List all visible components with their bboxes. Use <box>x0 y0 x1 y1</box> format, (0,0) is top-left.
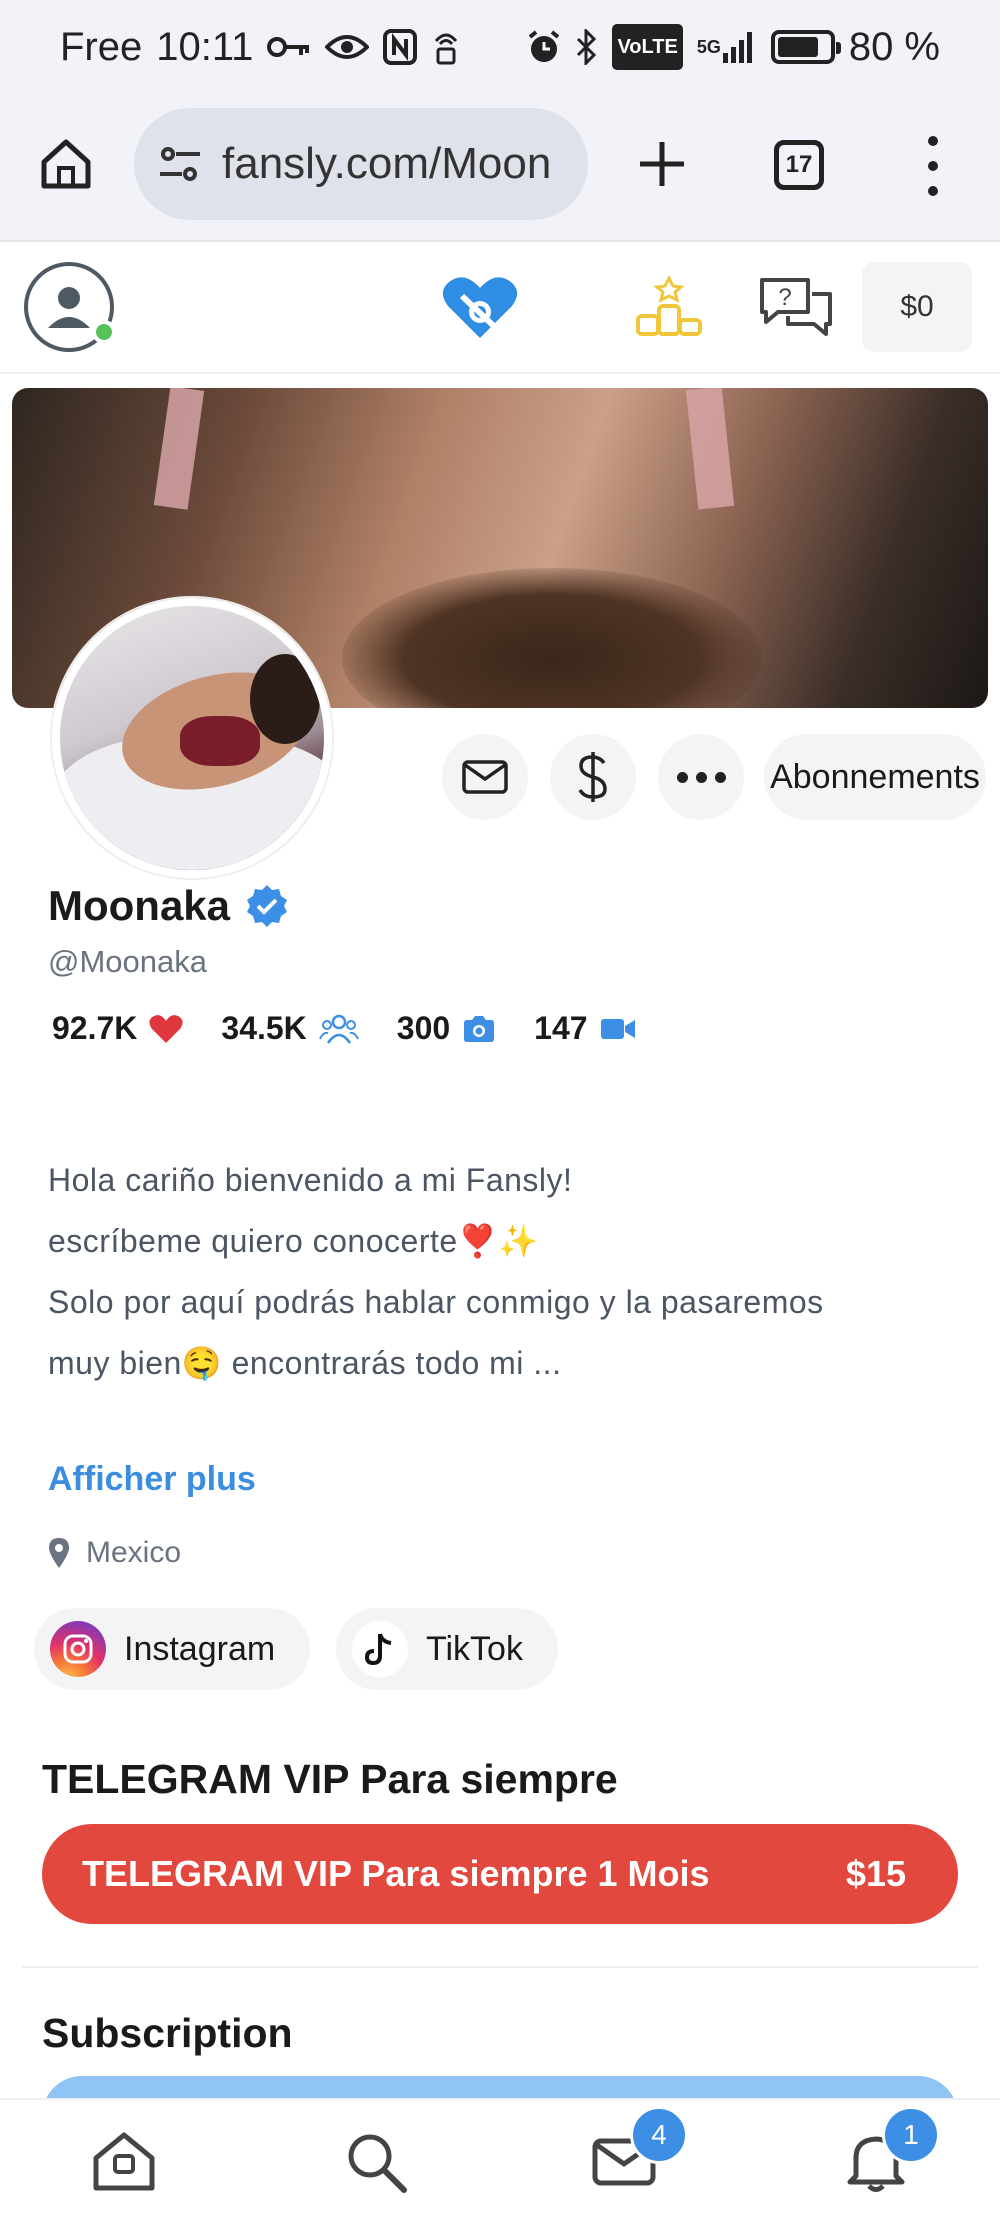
notifications-badge: 1 <box>882 2106 940 2164</box>
instagram-icon <box>50 1621 106 1677</box>
tier-price: $15 <box>845 1853 906 1894</box>
dollar-icon <box>578 752 607 802</box>
videos-count: 147 <box>534 1010 588 1046</box>
subscriptions-button[interactable]: Abonnements <box>764 734 986 820</box>
address-bar[interactable]: fansly.com/Moon <box>134 108 588 220</box>
browser-toolbar: fansly.com/Moon 17 <box>0 100 1000 242</box>
svg-text:?: ? <box>778 284 791 311</box>
location-pin-icon <box>49 1538 69 1568</box>
nav-messages-icon[interactable]: 4 <box>588 2106 688 2196</box>
battery-icon <box>770 30 841 64</box>
bio-line: muy bien🤤 encontrarás todo mi ... <box>48 1345 562 1381</box>
nav-notifications-icon[interactable]: 1 <box>840 2106 940 2196</box>
likes-count: 92.7K <box>52 1010 138 1046</box>
profile-avatar-image[interactable] <box>52 598 332 878</box>
clock: 10:11 <box>156 24 254 69</box>
tiktok-icon <box>352 1621 408 1677</box>
battery-percent: 80 % <box>848 24 940 69</box>
location-text: Mexico <box>86 1536 182 1569</box>
likes-stat: 92.7K <box>52 1010 183 1047</box>
profile-handle: @Moonaka <box>48 944 207 979</box>
bottom-navigation: 4 1 <box>0 2098 1000 2223</box>
overflow-menu-icon[interactable] <box>918 136 948 196</box>
signal-icon: 5G <box>697 24 757 70</box>
tip-button[interactable] <box>550 734 636 820</box>
home-icon[interactable] <box>38 136 94 192</box>
app-header: ? $0 <box>0 244 1000 374</box>
profile-stats: 92.7K 34.5K 300 147 <box>52 1010 674 1047</box>
more-options-button[interactable] <box>658 734 744 820</box>
status-right: VoLTE 5G 80 % <box>526 24 940 70</box>
online-status-dot <box>92 320 116 344</box>
subscribe-tier-button[interactable]: TELEGRAM VIP Para siempre 1 Mois $15 <box>42 1824 958 1924</box>
bio-line: Solo por aquí podrás hablar conmigo y la… <box>48 1284 824 1320</box>
messages-badge: 4 <box>630 2106 688 2164</box>
messages-chat-icon[interactable]: ? <box>758 276 834 338</box>
instagram-label: Instagram <box>124 1629 276 1668</box>
hotspot-lock-icon <box>431 24 461 70</box>
alarm-icon <box>526 24 562 70</box>
bio-line: escríbeme quiero conocerte❣️✨ <box>48 1223 539 1259</box>
new-tab-icon[interactable] <box>634 136 690 192</box>
photos-count: 300 <box>396 1010 451 1046</box>
bluetooth-icon <box>576 24 598 70</box>
bio-line: Hola cariño bienvenido a mi Fansly! <box>48 1162 573 1198</box>
heart-icon <box>149 1014 183 1043</box>
followers-count: 34.5K <box>221 1010 307 1046</box>
camera-icon <box>464 1015 495 1042</box>
system-status-bar: Free 10:11 VoLTE 5G 80 % <box>0 0 1000 100</box>
profile-name-row: Moonaka <box>48 882 290 930</box>
envelope-icon <box>462 760 508 794</box>
profile-location: Mexico <box>48 1536 181 1570</box>
tier-section-title: TELEGRAM VIP Para siempre <box>42 1756 618 1802</box>
tab-switcher-button[interactable]: 17 <box>774 140 824 190</box>
volte-icon: VoLTE <box>612 24 683 70</box>
more-dots-icon <box>676 771 726 783</box>
site-settings-icon[interactable] <box>156 140 204 188</box>
profile-name: Moonaka <box>48 882 231 929</box>
section-divider <box>22 1966 978 1968</box>
profile-bio: Hola cariño bienvenido a mi Fansly! escr… <box>48 1150 948 1394</box>
nav-home-icon[interactable] <box>88 2128 160 2196</box>
carrier-label: Free <box>60 24 143 69</box>
nfc-icon <box>383 24 418 70</box>
subscription-section-title: Subscription <box>42 2010 293 2056</box>
status-left: Free 10:11 <box>60 24 461 70</box>
photos-stat: 300 <box>397 1010 496 1047</box>
video-camera-icon <box>600 1018 635 1039</box>
instagram-link[interactable]: Instagram <box>34 1608 310 1690</box>
message-button[interactable] <box>442 734 528 820</box>
followers-icon <box>318 1014 359 1044</box>
wallet-balance-button[interactable]: $0 <box>862 262 972 352</box>
verified-badge-icon <box>247 885 288 927</box>
show-more-link[interactable]: Afficher plus <box>48 1460 256 1499</box>
key-icon <box>267 24 311 70</box>
eye-icon <box>325 24 370 70</box>
tier-button-label: TELEGRAM VIP Para siempre 1 Mois <box>82 1853 710 1894</box>
tiktok-link[interactable]: TikTok <box>336 1608 558 1690</box>
nav-search-icon[interactable] <box>340 2128 412 2196</box>
videos-stat: 147 <box>534 1010 635 1047</box>
account-avatar-button[interactable] <box>24 262 116 352</box>
followers-stat: 34.5K <box>221 1010 359 1047</box>
url-text[interactable]: fansly.com/Moon <box>222 139 551 189</box>
fansly-logo-icon[interactable] <box>440 272 520 342</box>
rankings-icon[interactable] <box>636 274 702 338</box>
tiktok-label: TikTok <box>426 1629 523 1668</box>
